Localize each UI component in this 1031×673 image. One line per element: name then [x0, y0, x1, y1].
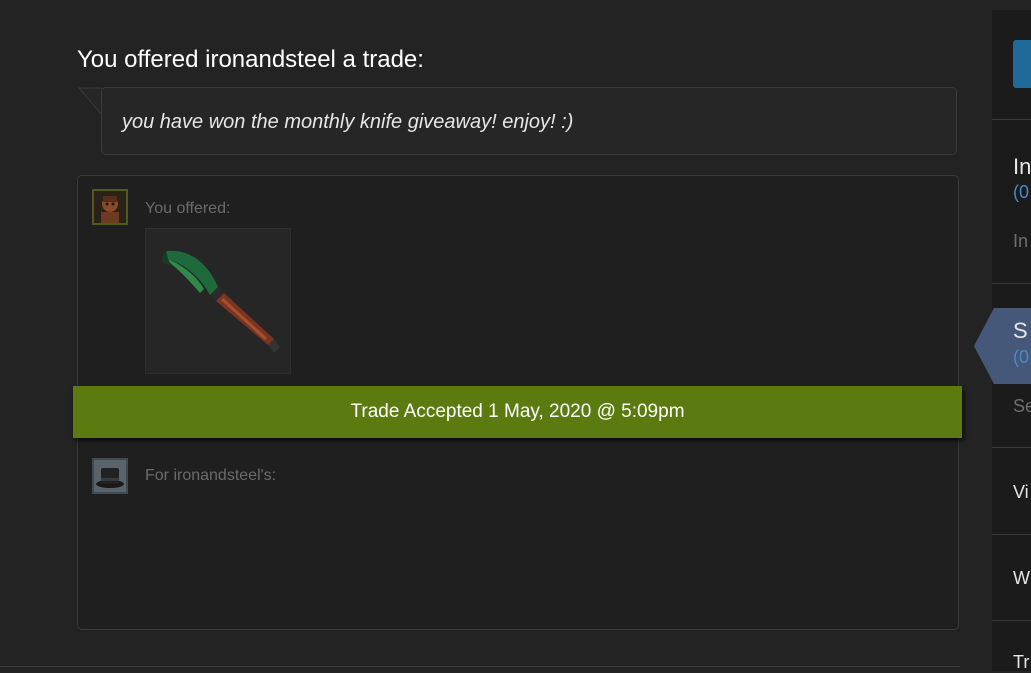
- sidebar-divider: [992, 534, 1031, 535]
- gut-knife-item-icon: [161, 250, 280, 353]
- sidebar-sent-title[interactable]: S: [1013, 318, 1031, 344]
- you-offered-label: You offered:: [145, 200, 231, 217]
- trade-offer-heading: You offered ironandsteel a trade:: [77, 46, 424, 73]
- content-divider: [0, 666, 960, 667]
- sidebar-link-3[interactable]: Tr: [1013, 652, 1031, 673]
- sidebar-primary-button[interactable]: [1013, 40, 1031, 88]
- trade-message-bubble: you have won the monthly knife giveaway!…: [101, 87, 957, 155]
- your-avatar[interactable]: [92, 189, 128, 225]
- trade-status-banner: Trade Accepted 1 May, 2020 @ 5:09pm: [73, 386, 962, 438]
- trade-status-text: Trade Accepted 1 May, 2020 @ 5:09pm: [350, 401, 685, 422]
- for-partner-label: For ironandsteel's:: [145, 467, 277, 484]
- offered-item-slot[interactable]: [145, 228, 291, 374]
- sidebar-divider: [992, 447, 1031, 448]
- sidebar-divider: [992, 620, 1031, 621]
- sidebar-incoming-title[interactable]: In: [1013, 154, 1031, 180]
- sidebar-incoming-count: (0: [1013, 182, 1030, 202]
- sidebar-divider: [992, 119, 1031, 120]
- sidebar-incoming-sub: In: [1013, 231, 1029, 251]
- trade-message-text: you have won the monthly knife giveaway!…: [122, 111, 574, 133]
- sidebar-link-1[interactable]: Vi: [1013, 482, 1031, 503]
- partner-avatar[interactable]: [92, 458, 128, 494]
- sidebar-divider: [992, 283, 1031, 284]
- sidebar-sent-sub: Se: [1013, 396, 1031, 416]
- sidebar-sent-count: (0: [1013, 347, 1030, 367]
- sidebar-link-2[interactable]: W: [1013, 568, 1031, 589]
